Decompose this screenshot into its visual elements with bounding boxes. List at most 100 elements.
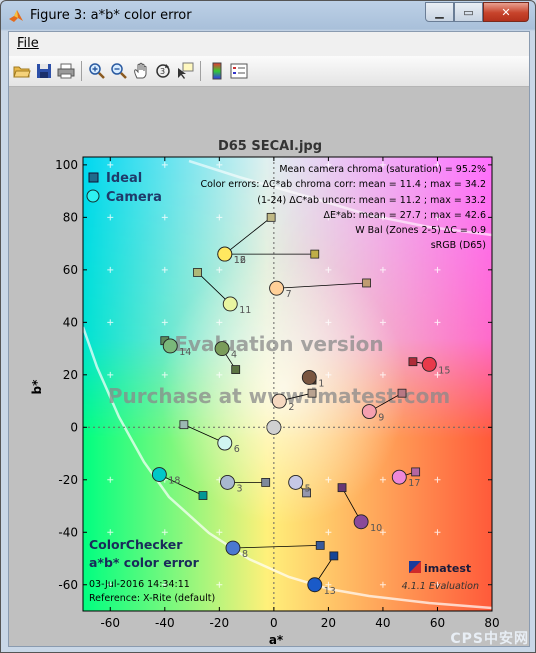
- y-tick-label: -40: [58, 525, 78, 539]
- camera-marker-9: [361, 404, 377, 420]
- ideal-marker-17: [411, 467, 421, 477]
- ideal-marker-7: [362, 278, 371, 288]
- patch-label-16: 16: [234, 255, 246, 266]
- camera-marker-6: [217, 435, 233, 451]
- camera-marker-16: [217, 246, 233, 262]
- print-icon[interactable]: [56, 61, 76, 81]
- ab-color-error-chart: D65 SECAI.jpg Evaluation version Purchas…: [30, 139, 500, 647]
- camera-marker-5: [288, 474, 304, 490]
- camera-marker-17: [391, 469, 407, 485]
- patch-label-2: 2: [288, 402, 294, 413]
- camera-marker-14: [162, 338, 178, 354]
- camera-marker-3: [220, 474, 235, 490]
- info-line-6: sRGB (D65): [431, 240, 486, 251]
- camera-marker-2: [271, 393, 287, 409]
- patch-label-13: 13: [324, 586, 336, 597]
- rotate-icon[interactable]: 3: [153, 61, 173, 81]
- y-tick-label: -60: [58, 578, 78, 592]
- legend-icon[interactable]: [229, 61, 249, 81]
- camera-marker-8: [225, 540, 241, 556]
- y-tick-label: 60: [63, 263, 78, 277]
- ideal-marker-4: [231, 365, 241, 374]
- ideal-marker-16: [310, 249, 320, 259]
- menu-bar: File: [9, 32, 529, 56]
- annotation-colorchecker: ColorChecker: [89, 537, 183, 552]
- patch-label-9: 9: [378, 413, 384, 424]
- data-cursor-icon[interactable]: [175, 61, 195, 81]
- maximize-button[interactable]: ▭: [454, 2, 483, 22]
- camera-marker-7: [269, 280, 285, 296]
- info-line-5: W Bal (Zones 2-5) ΔC = 0.9: [355, 225, 486, 236]
- ideal-marker-10: [337, 483, 347, 493]
- legend-camera: Camera: [106, 190, 162, 205]
- save-icon[interactable]: [34, 61, 54, 81]
- patch-label-14: 14: [179, 347, 191, 358]
- camera-marker-18: [151, 467, 167, 482]
- patch-label-5: 5: [305, 483, 311, 494]
- version-text: 4.1.1 Evaluation: [402, 581, 479, 592]
- x-tick-label: -20: [210, 616, 230, 630]
- ideal-marker-2: [307, 388, 317, 398]
- x-tick-label: 0: [270, 616, 278, 630]
- camera-marker-1: [301, 369, 317, 385]
- annotation-subtitle: a*b* color error: [89, 555, 200, 570]
- patch-label-18: 18: [168, 476, 180, 487]
- camera-marker-10: [353, 514, 369, 530]
- open-icon[interactable]: [12, 61, 32, 81]
- x-axis-label: a*: [269, 633, 284, 646]
- annotation-date: 03-Jul-2016 14:34:11: [89, 579, 190, 590]
- camera-marker-11: [222, 296, 238, 312]
- chart-title: D65 SECAI.jpg: [218, 139, 322, 154]
- ideal-marker-11: [193, 268, 202, 277]
- matlab-icon: [9, 10, 23, 22]
- camera-marker-4: [214, 341, 230, 357]
- minimize-button[interactable]: ▁: [425, 2, 454, 22]
- y-tick-label: 80: [63, 210, 78, 224]
- menu-file[interactable]: File: [17, 36, 39, 51]
- close-button[interactable]: ✕: [483, 2, 529, 22]
- y-tick-label: 100: [55, 158, 78, 172]
- y-tick-label: 20: [63, 368, 78, 382]
- patch-label-7: 7: [286, 289, 292, 300]
- x-tick-label: -40: [155, 616, 175, 630]
- y-tick-label: -20: [58, 473, 78, 487]
- y-tick-label: 0: [70, 420, 78, 434]
- watermark-line-1: Evaluation version: [174, 332, 383, 356]
- y-axis-label: b*: [30, 379, 44, 395]
- info-line-3: (1-24) ΔC*ab uncorr: mean = 11.2 ; max =…: [257, 195, 486, 206]
- title-bar[interactable]: Figure 3: a*b* color error ▁ ▭ ✕: [1, 1, 535, 31]
- ideal-marker-9: [397, 388, 407, 398]
- patch-label-11: 11: [239, 305, 251, 316]
- window-title: Figure 3: a*b* color error: [30, 8, 192, 23]
- x-tick-label: 60: [430, 616, 445, 630]
- y-tick-label: 40: [63, 315, 78, 329]
- camera-marker-24: [266, 419, 282, 435]
- plot-area: Evaluation version Purchase at www.imate…: [83, 157, 492, 611]
- colorbar-icon[interactable]: [207, 61, 227, 81]
- legend-ideal: Ideal: [106, 171, 142, 186]
- x-tick-label: 40: [375, 616, 390, 630]
- patch-label-17: 17: [408, 478, 420, 489]
- figure-client: File 3 D65 SECAI.jpg Evaluation version …: [8, 31, 530, 647]
- ideal-marker-15: [408, 357, 418, 367]
- pan-icon[interactable]: [131, 61, 151, 81]
- info-line-4: ΔE*ab: mean = 27.7 ; max = 42.6: [323, 210, 486, 221]
- patch-label-4: 4: [231, 350, 237, 361]
- info-line-1: Mean camera chroma (saturation) = 95.2%: [279, 164, 486, 175]
- logo-text: imatest: [424, 562, 471, 575]
- site-watermark: CPS中安网: [450, 631, 529, 647]
- x-tick-label: 20: [321, 616, 336, 630]
- figure-canvas: D65 SECAI.jpg Evaluation version Purchas…: [9, 87, 529, 647]
- patch-label-15: 15: [438, 365, 450, 376]
- zoom-out-icon[interactable]: [109, 61, 129, 81]
- patch-label-10: 10: [370, 523, 382, 534]
- patch-label-8: 8: [242, 549, 248, 560]
- camera-marker-15: [421, 356, 437, 372]
- camera-marker-13: [307, 577, 323, 593]
- patch-label-1: 1: [318, 378, 324, 389]
- patch-label-3: 3: [237, 483, 243, 494]
- ideal-marker-12: [266, 212, 276, 222]
- figure-window: Figure 3: a*b* color error ▁ ▭ ✕ File 3 …: [0, 0, 536, 653]
- zoom-in-icon[interactable]: [87, 61, 107, 81]
- x-tick-label: -60: [100, 616, 120, 630]
